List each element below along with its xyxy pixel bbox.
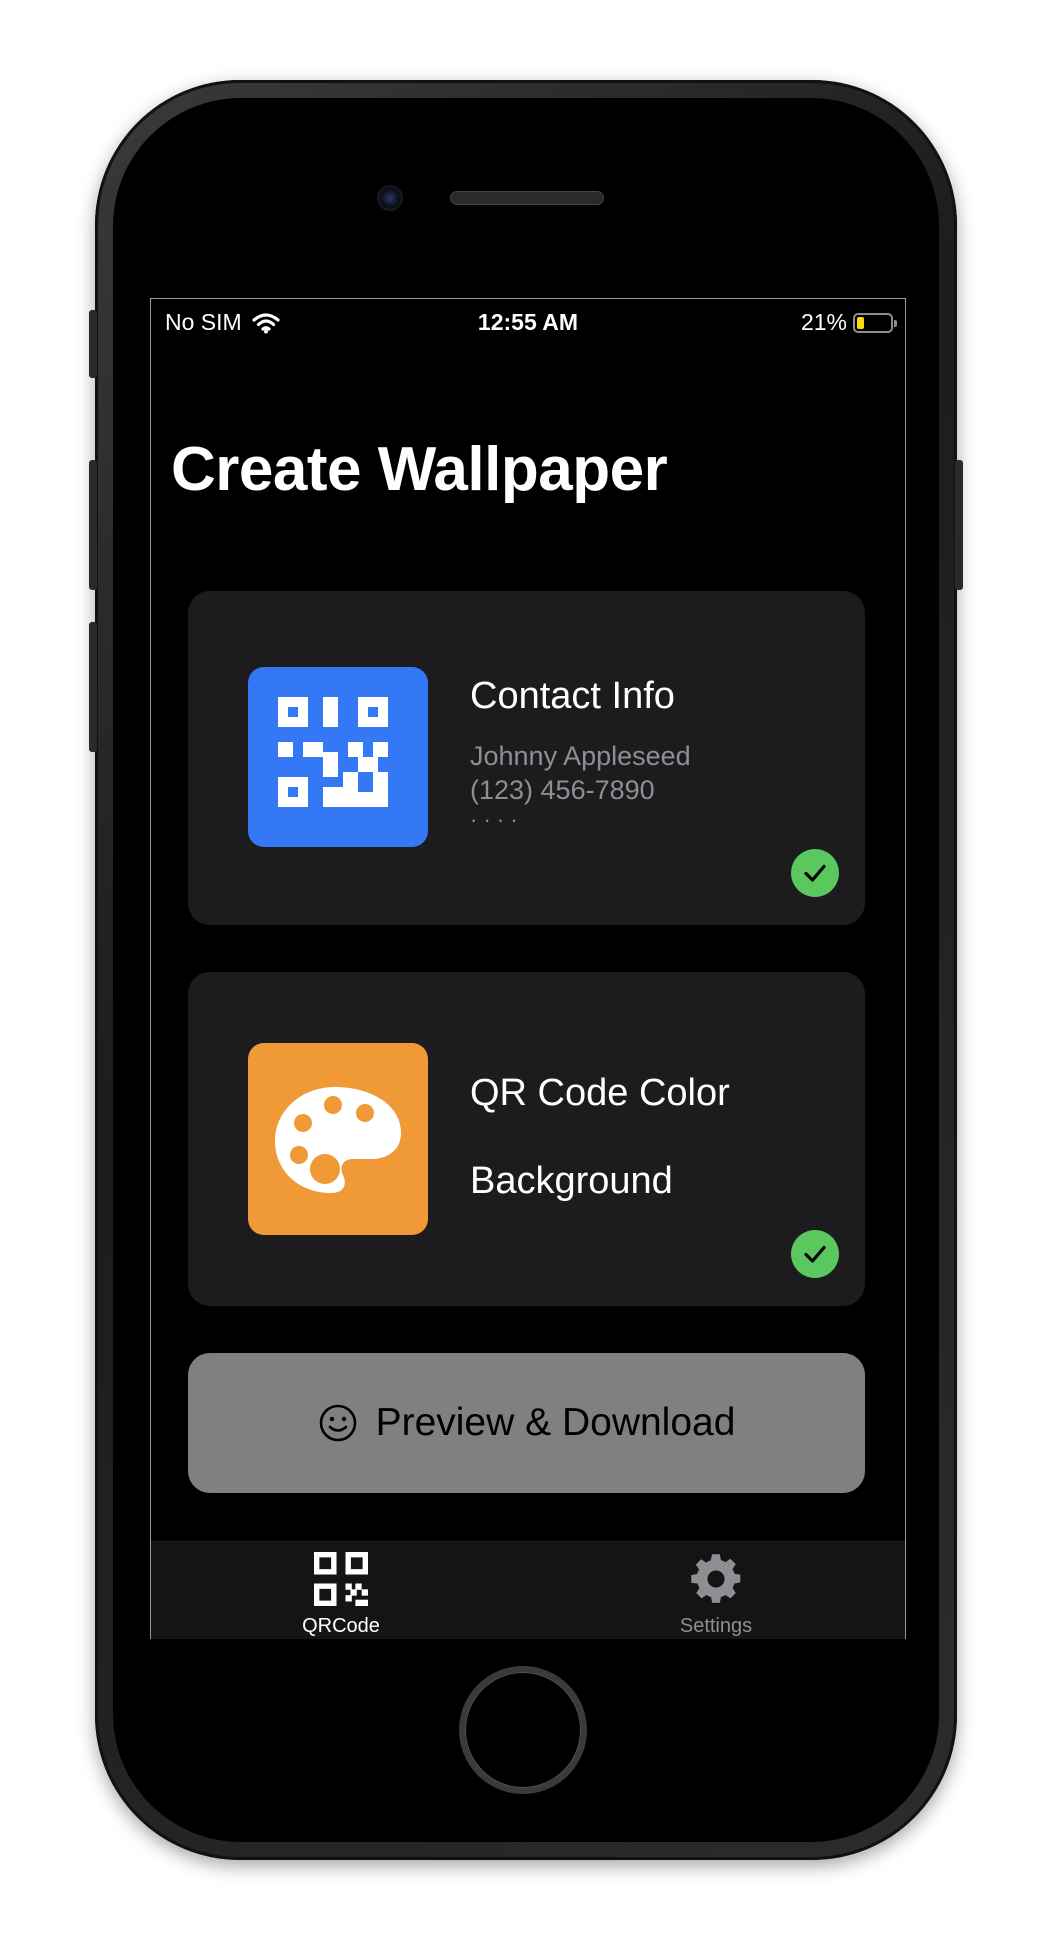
tab-bar: QRCode Settings [151,1541,905,1639]
palette-glyph [275,1087,401,1193]
qr-code-icon [248,667,428,847]
tab-qrcode-label: QRCode [302,1615,380,1637]
preview-download-label: Preview & Download [375,1401,736,1444]
check-icon [791,849,839,897]
palette-icon [248,1043,428,1235]
screen: No SIM 12:55 AM 21% Create Wallpaper Con… [150,298,906,1639]
check-icon [791,1230,839,1278]
volume-up-button [89,460,97,590]
preview-download-button[interactable]: Preview & Download [188,1353,865,1493]
volume-down-button [89,622,97,752]
tab-settings[interactable]: Settings [636,1552,796,1638]
qr-color-card[interactable]: QR Code Color Background [188,972,865,1306]
tab-settings-label: Settings [679,1615,753,1637]
qr-code-icon [314,1552,368,1606]
page-title: Create Wallpaper [171,435,668,504]
clock: 12:55 AM [477,309,579,335]
contact-name: Johnny Appleseed [470,741,691,771]
gear-icon [691,1554,741,1603]
checkmark-glyph [804,1245,826,1263]
checkmark-glyph [804,864,826,882]
home-button[interactable] [459,1666,587,1794]
contact-info-card[interactable]: Contact Info Johnny Appleseed (123) 456-… [188,591,865,925]
battery-level [857,316,864,329]
power-button [955,460,963,590]
battery-icon [853,312,897,333]
tab-qrcode[interactable]: QRCode [261,1552,421,1638]
qr-color-title: QR Code Color [470,1072,730,1114]
qr-code-glyph [278,697,388,807]
front-camera [377,185,403,211]
mute-switch [89,310,97,378]
earpiece-speaker [450,191,604,205]
status-bar: No SIM 12:55 AM 21% [151,299,905,343]
background-title: Background [470,1160,673,1202]
contact-info-title: Contact Info [470,675,675,717]
contact-phone: (123) 456-7890 [470,775,655,805]
battery-percent: 21% [800,309,847,335]
contact-more: · · · · [470,807,518,832]
smiley-icon [319,1404,356,1442]
status-right: 21% [800,309,897,336]
